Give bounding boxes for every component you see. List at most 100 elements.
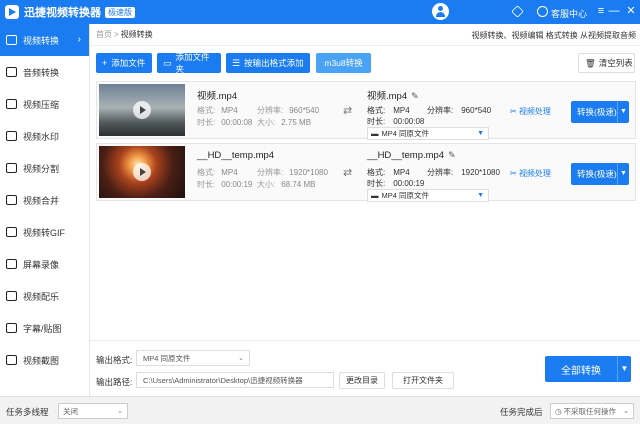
after-done-label: 任务完成后 (500, 407, 543, 417)
folder-icon: ▭ (163, 57, 172, 68)
output-format: 格式: MP4 (367, 106, 410, 115)
output-resolution: 分辨率: 1920*1080 (427, 168, 500, 177)
sidebar-item-label: 视频水印 (23, 131, 60, 142)
sidebar-item-label: 视频压缩 (23, 99, 60, 110)
edit-name-icon[interactable]: ✎ (411, 91, 419, 101)
music-icon (6, 291, 17, 301)
video-thumbnail[interactable] (99, 146, 185, 198)
title-bar: 迅捷视频转换器 极速版 客服中心 ≡ — ✕ (0, 0, 640, 24)
sidebar-item-video-watermark[interactable]: 视频水印 (0, 120, 89, 152)
source-format: 格式: MP4 (197, 106, 238, 115)
user-avatar-icon[interactable] (432, 3, 449, 20)
source-size: 大小: 2.75 MB (257, 118, 312, 127)
play-icon[interactable] (133, 101, 151, 119)
output-format-select[interactable]: ▬ MP4 同原文件 ▼ (367, 127, 489, 140)
add-by-format-button[interactable]: ☰ 按输出格式添加 (226, 53, 310, 73)
list-icon: ☰ (232, 57, 241, 68)
scissors-icon: ✂ (510, 107, 517, 116)
edition-badge: 极速版 (105, 6, 135, 18)
breadcrumb-links: 视频转换、视频编辑 格式转换 从视频提取音频 (471, 31, 636, 40)
output-format-dropdown[interactable]: MP4 同原文件 ⌄ (136, 350, 250, 366)
output-path-label: 输出路径: (96, 377, 133, 387)
m3u8-convert-button[interactable]: m3u8转换 (316, 53, 371, 73)
film-icon: ▬ (371, 129, 379, 138)
video-process-link[interactable]: ✂ 视频处理 (510, 106, 551, 117)
output-duration: 时长: 00:00:08 (367, 117, 425, 126)
sidebar-item-label: 字幕/贴图 (23, 323, 62, 334)
source-resolution: 分辨率: 1920*1080 (257, 168, 328, 177)
file-row: 视频.mp4 格式: MP4 分辨率: 960*540 时长: 00:00:08 大小… (96, 81, 636, 140)
minimize-icon[interactable]: — (607, 4, 621, 18)
source-duration: 时长: 00:00:08 (197, 118, 253, 127)
breadcrumb: 首页 > 视频转换 视频转换、视频编辑 格式转换 从视频提取音频 (90, 24, 640, 46)
video-thumbnail[interactable] (99, 84, 185, 136)
change-directory-button[interactable]: 更改目录 (339, 372, 385, 389)
convert-button[interactable]: 转换(极速) ▼ (571, 101, 629, 123)
file-row: __HD__temp.mp4 格式: MP4 分辨率: 1920*1080 时长: 0… (96, 143, 636, 202)
source-duration: 时长: 00:00:19 (197, 180, 253, 189)
open-folder-button[interactable]: 打开文件夹 (392, 372, 454, 389)
chevron-down-icon: ⌄ (238, 355, 244, 362)
app-logo-icon (5, 5, 19, 19)
screen-record-icon (6, 259, 17, 269)
sidebar-item-label: 屏幕录像 (23, 259, 60, 270)
output-format-select[interactable]: ▬ MP4 同原文件 ▼ (367, 189, 489, 202)
multithread-select[interactable]: 关闭 ⌄ (58, 403, 128, 419)
film-icon: ▬ (371, 191, 379, 200)
output-settings: 输出格式: MP4 同原文件 ⌄ 输出路径: C:\Users\Administ… (90, 340, 640, 396)
source-size: 大小: 68.74 MB (257, 180, 316, 189)
clear-list-button[interactable]: 🗑 清空列表 (578, 53, 635, 73)
gif-icon (6, 227, 17, 237)
video-convert-icon (6, 35, 17, 45)
after-done-select[interactable]: ◷ 不采取任何操作 ⌄ (550, 403, 634, 419)
add-file-button[interactable]: + 添加文件 (96, 53, 152, 73)
sidebar-item-video-music[interactable]: 视频配乐 (0, 280, 89, 312)
chevron-down-icon[interactable]: ▼ (617, 163, 629, 185)
output-path-input[interactable]: C:\Users\Administrator\Desktop\迅捷视频转换器 (136, 372, 334, 388)
convert-button[interactable]: 转换(极速) ▼ (571, 163, 629, 185)
sidebar-item-video-merge[interactable]: 视频合并 (0, 184, 89, 216)
sidebar-item-video-to-gif[interactable]: 视频转GIF (0, 216, 89, 248)
vip-icon[interactable] (511, 5, 524, 18)
play-icon[interactable] (133, 163, 151, 181)
video-process-link[interactable]: ✂ 视频处理 (510, 168, 551, 179)
chevron-down-icon[interactable]: ▼ (617, 101, 629, 123)
close-icon[interactable]: ✕ (624, 4, 638, 18)
source-format: 格式: MP4 (197, 168, 238, 177)
chevron-down-icon[interactable]: ▼ (617, 356, 631, 382)
file-list: 视频.mp4 格式: MP4 分辨率: 960*540 时长: 00:00:08 大小… (90, 76, 640, 340)
scissors-icon: ✂ (510, 169, 517, 178)
app-title: 迅捷视频转换器 (24, 7, 101, 19)
output-resolution: 分辨率: 960*540 (427, 106, 492, 115)
sidebar-item-video-convert[interactable]: 视频转换 › (0, 24, 89, 56)
support-center-link[interactable]: 客服中心 (551, 7, 587, 20)
clock-icon: ◷ (555, 406, 562, 416)
sidebar-item-label: 视频分割 (23, 163, 60, 174)
sidebar-item-label: 视频配乐 (23, 291, 60, 302)
add-folder-button[interactable]: ▭ 添加文件夹 (157, 52, 221, 74)
sidebar-item-screen-record[interactable]: 屏幕录像 (0, 248, 89, 280)
sidebar-item-label: 视频截图 (23, 355, 60, 366)
chevron-down-icon: ▼ (477, 192, 484, 199)
output-file-name[interactable]: __HD__temp.mp4 ✎ (367, 150, 456, 161)
clear-list-label: 清空列表 (598, 58, 633, 68)
sidebar-item-subtitle-sticker[interactable]: 字幕/贴图 (0, 312, 89, 344)
sidebar: 视频转换 › 音频转换 视频压缩 视频水印 视频分割 视频合并 视频转GIF 屏… (0, 24, 90, 396)
sidebar-item-audio-convert[interactable]: 音频转换 (0, 56, 89, 88)
sidebar-item-video-split[interactable]: 视频分割 (0, 152, 89, 184)
support-icon[interactable] (537, 6, 548, 17)
breadcrumb-home[interactable]: 首页 (96, 29, 112, 40)
edit-name-icon[interactable]: ✎ (448, 150, 456, 160)
convert-all-button[interactable]: 全部转换 ▼ (545, 356, 631, 382)
menu-icon[interactable]: ≡ (594, 4, 608, 18)
output-format: 格式: MP4 (367, 168, 410, 177)
output-file-name[interactable]: 视频.mp4 ✎ (367, 88, 419, 102)
watermark-icon (6, 131, 17, 141)
source-resolution: 分辨率: 960*540 (257, 106, 320, 115)
sidebar-item-video-screenshot[interactable]: 视频截图 (0, 344, 89, 376)
plus-icon: + (102, 58, 108, 68)
output-format-label: 输出格式: (96, 355, 133, 365)
multithread-label: 任务多线程 (6, 407, 49, 417)
shuffle-icon: ⇄ (343, 167, 353, 179)
sidebar-item-video-compress[interactable]: 视频压缩 (0, 88, 89, 120)
